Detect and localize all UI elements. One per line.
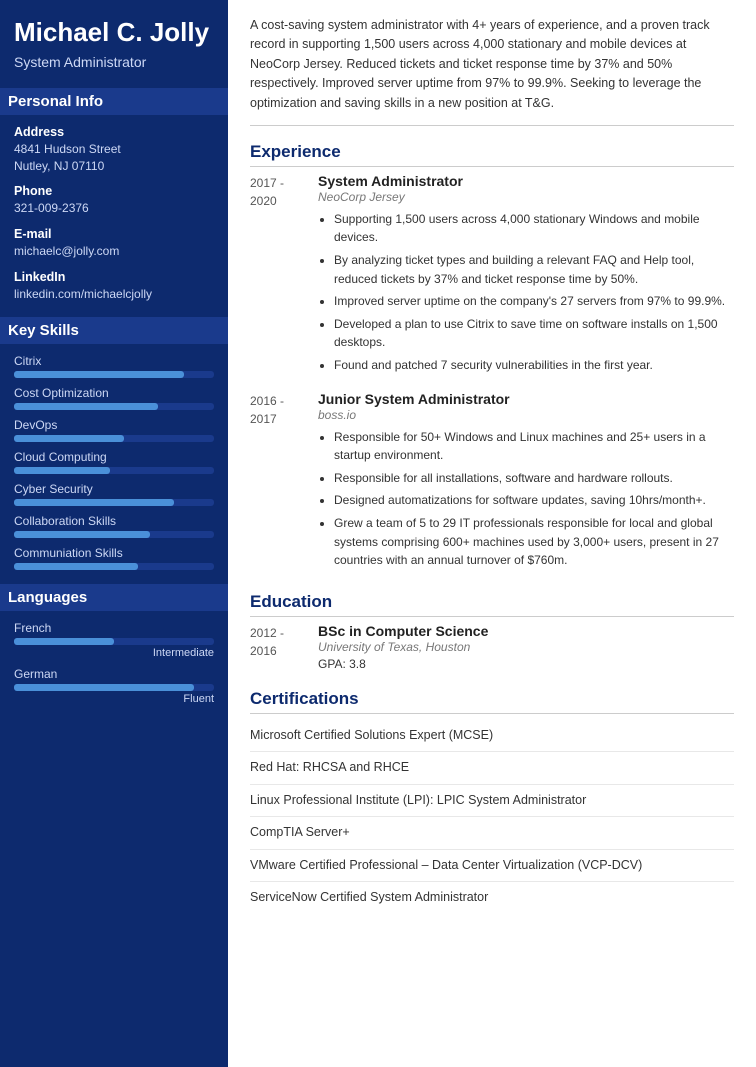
job-dates: 2017 -2020 (250, 173, 318, 379)
certification-item: CompTIA Server+ (250, 817, 734, 850)
email-value: michaelc@jolly.com (14, 243, 214, 260)
job-content: Junior System Administratorboss.io Respon… (318, 391, 734, 574)
candidate-title: System Administrator (14, 54, 214, 70)
language-bar-fill (14, 684, 194, 691)
job-entry: 2016 -2017Junior System Administratorbos… (250, 391, 734, 574)
edu-content: BSc in Computer ScienceUniversity of Tex… (318, 623, 734, 671)
job-bullet: Designed automatizations for software up… (334, 491, 734, 510)
certifications-heading: Certifications (250, 689, 734, 714)
languages-heading: Languages (0, 584, 228, 611)
job-bullet: By analyzing ticket types and building a… (334, 251, 734, 288)
language-name: French (14, 621, 214, 635)
job-company: boss.io (318, 408, 734, 422)
job-bullet: Grew a team of 5 to 29 IT professionals … (334, 514, 734, 570)
skill-bar-fill (14, 499, 174, 506)
skill-name: Collaboration Skills (14, 514, 214, 528)
resume-container: Michael C. Jolly System Administrator Pe… (0, 0, 756, 1067)
education-section: Education 2012 -2016BSc in Computer Scie… (250, 592, 734, 671)
job-title: System Administrator (318, 173, 734, 189)
skill-bar-bg (14, 403, 214, 410)
job-title: Junior System Administrator (318, 391, 734, 407)
summary-text: A cost-saving system administrator with … (250, 16, 734, 126)
skill-bar-fill (14, 371, 184, 378)
job-bullets: Supporting 1,500 users across 4,000 stat… (318, 210, 734, 375)
address-value: 4841 Hudson StreetNutley, NJ 07110 (14, 141, 214, 175)
language-level: Fluent (14, 693, 214, 705)
certification-item: Microsoft Certified Solutions Expert (MC… (250, 720, 734, 753)
candidate-name: Michael C. Jolly (14, 18, 214, 48)
personal-info-heading: Personal Info (0, 88, 228, 115)
skill-bar-fill (14, 403, 158, 410)
job-bullet: Supporting 1,500 users across 4,000 stat… (334, 210, 734, 247)
edu-degree: BSc in Computer Science (318, 623, 734, 639)
language-bar-bg (14, 684, 214, 691)
skill-bar-bg (14, 499, 214, 506)
skill-bar-fill (14, 467, 110, 474)
skills-list: Citrix Cost Optimization DevOps Cloud Compu… (14, 354, 214, 570)
job-bullet: Responsible for 50+ Windows and Linux ma… (334, 428, 734, 465)
certifications-list: Microsoft Certified Solutions Expert (MC… (250, 720, 734, 914)
job-bullets: Responsible for 50+ Windows and Linux ma… (318, 428, 734, 570)
edu-dates: 2012 -2016 (250, 623, 318, 671)
email-label: E-mail (14, 227, 214, 241)
edu-school: University of Texas, Houston (318, 640, 734, 654)
language-level: Intermediate (14, 647, 214, 659)
job-content: System AdministratorNeoCorp Jersey Suppor… (318, 173, 734, 379)
education-entry: 2012 -2016BSc in Computer ScienceUnivers… (250, 623, 734, 671)
skill-bar-bg (14, 563, 214, 570)
job-bullet: Developed a plan to use Citrix to save t… (334, 315, 734, 352)
skill-bar-bg (14, 531, 214, 538)
experience-section: Experience 2017 -2020System Administrato… (250, 142, 734, 574)
job-dates: 2016 -2017 (250, 391, 318, 574)
address-label: Address (14, 125, 214, 139)
certification-item: VMware Certified Professional – Data Cen… (250, 850, 734, 883)
edu-gpa: GPA: 3.8 (318, 657, 734, 671)
skill-bar-bg (14, 371, 214, 378)
skill-name: Communiation Skills (14, 546, 214, 560)
job-bullet: Found and patched 7 security vulnerabili… (334, 356, 734, 375)
job-bullet: Improved server uptime on the company's … (334, 292, 734, 311)
skill-bar-fill (14, 563, 138, 570)
certification-item: Linux Professional Institute (LPI): LPIC… (250, 785, 734, 818)
languages-list: French Intermediate German Fluent (14, 621, 214, 705)
language-name: German (14, 667, 214, 681)
skill-bar-fill (14, 435, 124, 442)
phone-label: Phone (14, 184, 214, 198)
main-content: A cost-saving system administrator with … (228, 0, 756, 1067)
linkedin-label: LinkedIn (14, 270, 214, 284)
job-entry: 2017 -2020System AdministratorNeoCorp Je… (250, 173, 734, 379)
jobs-list: 2017 -2020System AdministratorNeoCorp Je… (250, 173, 734, 574)
skills-heading: Key Skills (0, 317, 228, 344)
experience-heading: Experience (250, 142, 734, 167)
skill-bar-bg (14, 435, 214, 442)
phone-value: 321-009-2376 (14, 200, 214, 217)
certifications-section: Certifications Microsoft Certified Solut… (250, 689, 734, 914)
education-list: 2012 -2016BSc in Computer ScienceUnivers… (250, 623, 734, 671)
skill-name: Citrix (14, 354, 214, 368)
job-company: NeoCorp Jersey (318, 190, 734, 204)
skill-bar-fill (14, 531, 150, 538)
linkedin-value: linkedin.com/michaelcjolly (14, 286, 214, 303)
certification-item: ServiceNow Certified System Administrato… (250, 882, 734, 914)
skill-bar-bg (14, 467, 214, 474)
language-bar-bg (14, 638, 214, 645)
language-bar-fill (14, 638, 114, 645)
job-bullet: Responsible for all installations, softw… (334, 469, 734, 488)
skill-name: Cost Optimization (14, 386, 214, 400)
sidebar: Michael C. Jolly System Administrator Pe… (0, 0, 228, 1067)
certification-item: Red Hat: RHCSA and RHCE (250, 752, 734, 785)
skill-name: Cloud Computing (14, 450, 214, 464)
skill-name: Cyber Security (14, 482, 214, 496)
education-heading: Education (250, 592, 734, 617)
skill-name: DevOps (14, 418, 214, 432)
